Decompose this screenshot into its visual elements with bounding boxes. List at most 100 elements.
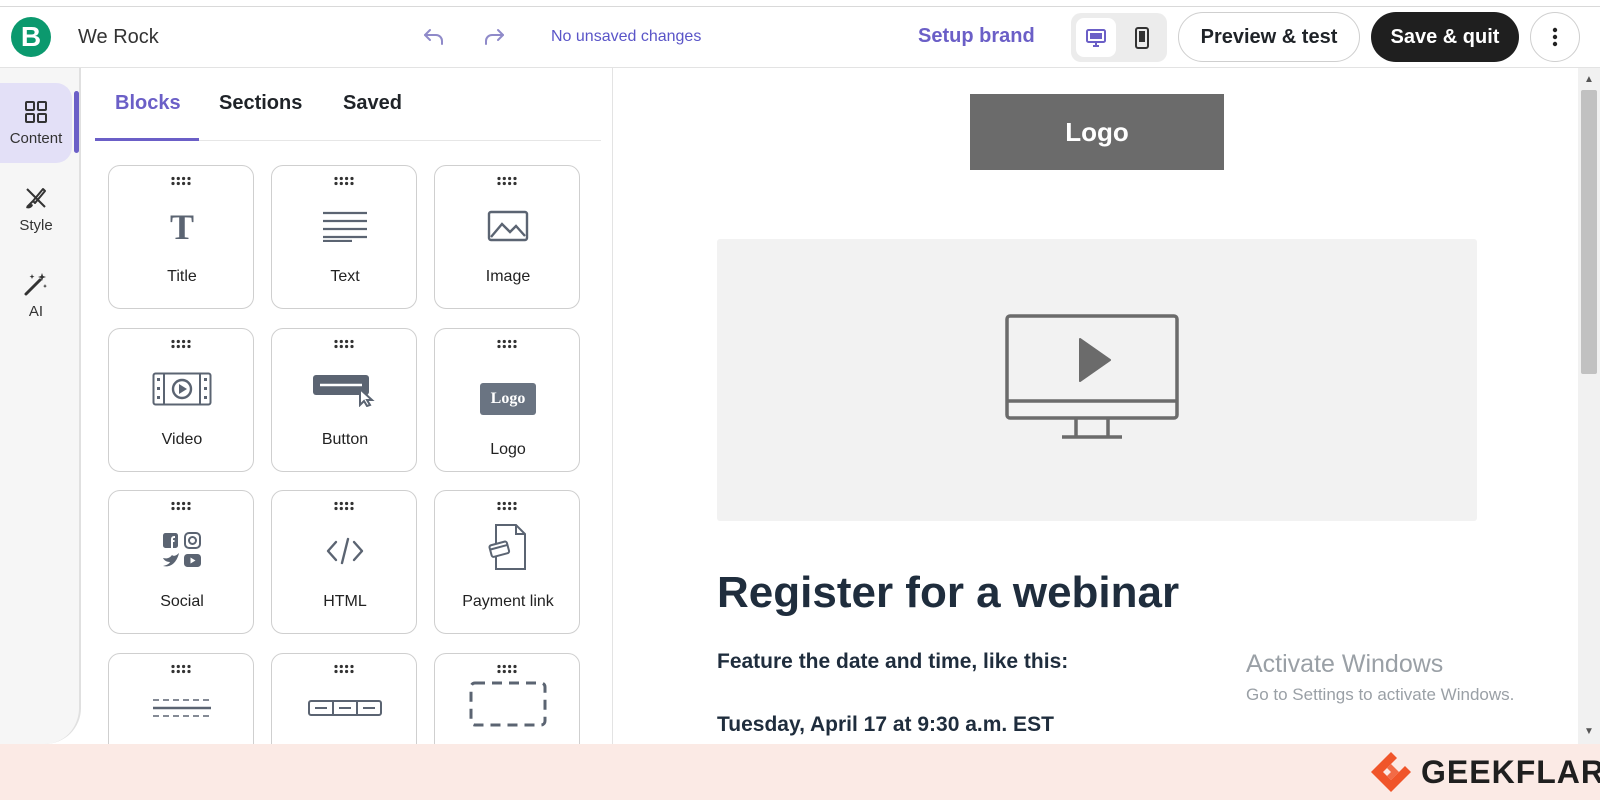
top-toolbar: B We Rock No unsaved changes Setup brand… <box>0 7 1600 68</box>
magic-wand-icon <box>24 272 47 295</box>
rail-label: Content <box>9 129 63 147</box>
brush-icon <box>26 187 46 208</box>
app-logo-icon[interactable]: B <box>11 17 51 57</box>
email-heading[interactable]: Register for a webinar <box>717 568 1179 618</box>
block-tile-title[interactable]: T Title <box>108 165 254 309</box>
divider-icon <box>109 682 255 734</box>
html-icon <box>272 525 418 577</box>
scroll-down-arrow-icon[interactable]: ▼ <box>1584 726 1594 737</box>
setup-brand-link[interactable]: Setup brand <box>918 25 1035 48</box>
rail-item-ai[interactable]: AI <box>0 255 72 335</box>
mobile-icon <box>1135 26 1149 49</box>
svg-text:T: T <box>170 209 194 243</box>
email-video-block[interactable] <box>717 239 1477 521</box>
email-canvas: Logo Register for a webinar Feature the … <box>613 68 1578 744</box>
desktop-view-button[interactable] <box>1076 18 1116 57</box>
drag-handle-icon <box>497 501 517 511</box>
spacer-icon <box>435 678 581 730</box>
drag-handle-icon <box>497 339 517 349</box>
preview-test-button[interactable]: Preview & test <box>1178 12 1360 62</box>
block-tile-divider[interactable] <box>108 653 254 744</box>
active-tab-underline <box>95 138 199 141</box>
block-tile-text[interactable]: Text <box>271 165 417 309</box>
drag-handle-icon <box>497 664 517 674</box>
block-label: Title <box>167 268 197 285</box>
rail-active-indicator <box>74 91 79 153</box>
panel-tabs: Blocks Sections Saved <box>95 68 601 141</box>
block-tile-button[interactable]: Button <box>271 328 417 472</box>
more-options-button[interactable] <box>1530 12 1580 62</box>
geekflare-brand: GEEKFLARE <box>1369 752 1600 792</box>
block-label: Video <box>161 431 203 448</box>
watermark-subtitle: Go to Settings to activate Windows. <box>1246 685 1515 704</box>
email-text-line-1[interactable]: Feature the date and time, like this: <box>717 650 1068 674</box>
app-logo-letter: B <box>20 21 42 52</box>
blocks-panel: Blocks Sections Saved T Title Text Image… <box>82 68 613 744</box>
block-tile-navigation[interactable] <box>271 653 417 744</box>
block-tile-image[interactable]: Image <box>434 165 580 309</box>
drag-handle-icon <box>171 664 191 674</box>
geekflare-wordmark: GEEKFLARE <box>1421 753 1600 790</box>
text-icon <box>272 200 418 252</box>
block-tile-logo[interactable]: Logo Logo <box>434 328 580 472</box>
desktop-icon <box>1086 28 1106 47</box>
drag-handle-icon <box>334 501 354 511</box>
geekflare-logo-icon <box>1371 752 1411 792</box>
block-label: Logo <box>490 441 526 458</box>
block-label: Button <box>321 431 369 448</box>
scroll-thumb[interactable] <box>1581 90 1597 374</box>
social-icon <box>109 525 255 577</box>
block-label: Social <box>160 593 204 610</box>
grid-icon <box>25 100 47 123</box>
tab-sections[interactable]: Sections <box>219 92 302 115</box>
drag-handle-icon <box>334 339 354 349</box>
drag-handle-icon <box>171 501 191 511</box>
window-top-edge <box>0 0 1600 7</box>
logo-glyph: Logo <box>480 383 536 415</box>
logo-icon: Logo <box>435 373 581 425</box>
block-label: Image <box>485 268 531 285</box>
title-icon: T <box>109 200 255 252</box>
block-label: Payment link <box>462 593 554 610</box>
email-text-line-2[interactable]: Tuesday, April 17 at 9:30 a.m. EST <box>717 713 1054 737</box>
kebab-menu-icon <box>1552 27 1558 47</box>
rail-label: AI <box>28 302 44 320</box>
payment-link-icon <box>435 521 581 573</box>
drag-handle-icon <box>171 176 191 186</box>
monitor-play-icon <box>1005 314 1179 439</box>
activate-windows-watermark: Activate Windows Go to Settings to activ… <box>1246 650 1514 705</box>
left-rail: Content Style AI <box>0 68 81 744</box>
block-tile-social[interactable]: Social <box>108 490 254 634</box>
drag-handle-icon <box>334 664 354 674</box>
save-quit-button[interactable]: Save & quit <box>1371 12 1519 62</box>
block-tile-spacer[interactable] <box>434 653 580 744</box>
button-icon <box>272 363 418 415</box>
drag-handle-icon <box>334 176 354 186</box>
scroll-up-arrow-icon[interactable]: ▲ <box>1584 74 1594 85</box>
drag-handle-icon <box>171 339 191 349</box>
block-label: Text <box>330 268 360 285</box>
document-title[interactable]: We Rock <box>78 26 159 49</box>
device-toggle <box>1071 13 1167 62</box>
save-status: No unsaved changes <box>551 28 702 45</box>
rail-item-style[interactable]: Style <box>0 169 72 249</box>
drag-handle-icon <box>497 176 517 186</box>
navigation-icon <box>272 682 418 734</box>
video-icon <box>109 363 255 415</box>
undo-icon[interactable] <box>422 26 446 48</box>
canvas-scrollbar[interactable]: ▲ ▼ <box>1578 68 1600 744</box>
rail-label: Style <box>19 216 53 234</box>
redo-icon[interactable] <box>482 26 506 48</box>
email-logo-block[interactable]: Logo <box>970 94 1224 170</box>
tab-blocks[interactable]: Blocks <box>115 92 181 115</box>
mobile-view-button[interactable] <box>1122 18 1162 57</box>
block-tile-video[interactable]: Video <box>108 328 254 472</box>
image-icon <box>435 200 581 252</box>
rail-item-content[interactable]: Content <box>0 83 72 163</box>
block-tile-html[interactable]: HTML <box>271 490 417 634</box>
watermark-title: Activate Windows <box>1246 650 1444 678</box>
block-label: HTML <box>323 593 367 610</box>
footer-banner: GEEKFLARE <box>0 744 1600 800</box>
tab-saved[interactable]: Saved <box>343 92 402 115</box>
block-tile-payment-link[interactable]: Payment link <box>434 490 580 634</box>
